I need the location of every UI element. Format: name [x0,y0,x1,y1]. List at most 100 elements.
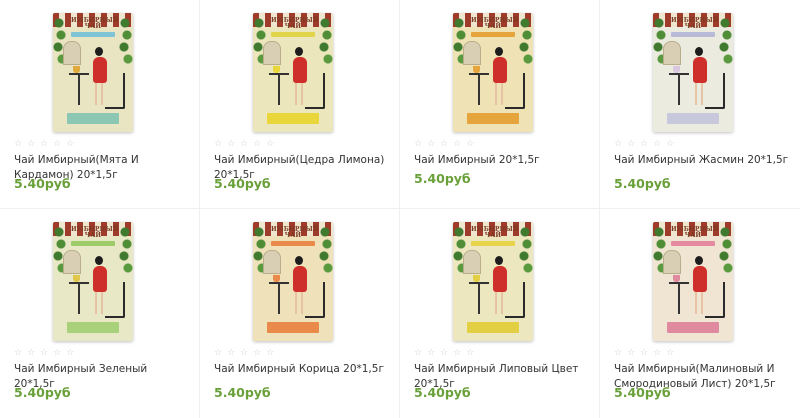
cup-graphic [273,66,280,73]
table-graphic [669,73,689,105]
window-graphic [663,250,681,274]
cup-graphic [673,66,680,73]
cup-graphic [73,66,80,73]
flavor-label [267,322,319,333]
chair-graphic [105,282,125,318]
window-graphic [463,41,481,65]
leaves-graphic [319,17,333,65]
product-image[interactable]: ИМБИРНЫЙ ЧАЙ [453,222,533,341]
leaves-graphic [319,226,333,274]
chair-graphic [505,282,525,318]
package-label [271,241,315,246]
product-card[interactable]: ИМБИРНЫЙ ЧАЙ ☆☆☆☆☆ Чай Имбирный(Малиновы… [600,209,800,418]
table-graphic [269,73,289,105]
product-price: 5.40руб [14,176,71,191]
chair-graphic [505,73,525,109]
product-card[interactable]: ИМБИРНЫЙ ЧАЙ ☆☆☆☆☆ Чай Имбирный Жасмин 2… [600,0,800,209]
package-label [71,32,115,37]
window-graphic [663,41,681,65]
rating-stars[interactable]: ☆☆☆☆☆ [614,139,679,149]
product-card[interactable]: ИМБИРНЫЙ ЧАЙ ☆☆☆☆☆ Чай Имбирный Зеленый … [0,209,200,418]
package-brand: ИМБИРНЫЙ ЧАЙ [71,226,119,239]
window-graphic [63,41,81,65]
product-image[interactable]: ИМБИРНЫЙ ЧАЙ [53,222,133,341]
product-card[interactable]: ИМБИРНЫЙ ЧАЙ ☆☆☆☆☆ Чай Имбирный Корица 2… [200,209,400,418]
product-price: 5.40руб [414,385,471,400]
product-name[interactable]: Чай Имбирный Корица 20*1,5г [214,362,391,377]
product-card[interactable]: ИМБИРНЫЙ ЧАЙ ☆☆☆☆☆ Чай Имбирный 20*1,5г … [400,0,600,209]
product-image[interactable]: ИМБИРНЫЙ ЧАЙ [253,222,333,341]
table-graphic [269,282,289,314]
product-image[interactable]: ИМБИРНЫЙ ЧАЙ [653,222,733,341]
package-label [271,32,315,37]
rating-stars[interactable]: ☆☆☆☆☆ [214,348,279,358]
leaves-graphic [519,17,533,65]
package-brand: ИМБИРНЫЙ ЧАЙ [271,226,319,239]
flavor-label [467,113,519,124]
table-graphic [469,282,489,314]
chair-graphic [705,282,725,318]
package-brand: ИМБИРНЫЙ ЧАЙ [471,226,519,239]
product-grid: ИМБИРНЫЙ ЧАЙ ☆☆☆☆☆ Чай Имбирный(Мята И К… [0,0,800,418]
table-graphic [469,73,489,105]
product-name[interactable]: Чай Имбирный 20*1,5г [414,153,591,168]
product-card[interactable]: ИМБИРНЫЙ ЧАЙ ☆☆☆☆☆ Чай Имбирный Липовый … [400,209,600,418]
package-label [471,241,515,246]
rating-stars[interactable]: ☆☆☆☆☆ [414,348,479,358]
cup-graphic [673,275,680,282]
package-label [671,241,715,246]
product-name[interactable]: Чай Имбирный Жасмин 20*1,5г [614,153,792,168]
product-image[interactable]: ИМБИРНЫЙ ЧАЙ [453,13,533,132]
rating-stars[interactable]: ☆☆☆☆☆ [14,348,79,358]
rating-stars[interactable]: ☆☆☆☆☆ [214,139,279,149]
package-brand: ИМБИРНЫЙ ЧАЙ [671,226,719,239]
chair-graphic [305,282,325,318]
table-graphic [69,282,89,314]
chair-graphic [105,73,125,109]
product-card[interactable]: ИМБИРНЫЙ ЧАЙ ☆☆☆☆☆ Чай Имбирный(Цедра Ли… [200,0,400,209]
leaves-graphic [519,226,533,274]
product-price: 5.40руб [614,176,671,191]
package-label [471,32,515,37]
leaves-graphic [719,17,733,65]
product-price: 5.40руб [414,171,471,186]
rating-stars[interactable]: ☆☆☆☆☆ [14,139,79,149]
leaves-graphic [119,17,133,65]
product-image[interactable]: ИМБИРНЫЙ ЧАЙ [653,13,733,132]
package-brand: ИМБИРНЫЙ ЧАЙ [71,17,119,30]
package-brand: ИМБИРНЫЙ ЧАЙ [271,17,319,30]
window-graphic [463,250,481,274]
window-graphic [263,41,281,65]
package-brand: ИМБИРНЫЙ ЧАЙ [671,17,719,30]
cup-graphic [473,66,480,73]
product-image[interactable]: ИМБИРНЫЙ ЧАЙ [53,13,133,132]
rating-stars[interactable]: ☆☆☆☆☆ [614,348,679,358]
window-graphic [63,250,81,274]
product-price: 5.40руб [214,176,271,191]
cup-graphic [473,275,480,282]
product-price: 5.40руб [14,385,71,400]
table-graphic [69,73,89,105]
rating-stars[interactable]: ☆☆☆☆☆ [414,139,479,149]
chair-graphic [305,73,325,109]
leaves-graphic [119,226,133,274]
package-label [671,32,715,37]
cup-graphic [273,275,280,282]
leaves-graphic [719,226,733,274]
window-graphic [263,250,281,274]
flavor-label [667,113,719,124]
flavor-label [67,322,119,333]
product-image[interactable]: ИМБИРНЫЙ ЧАЙ [253,13,333,132]
table-graphic [669,282,689,314]
package-label [71,241,115,246]
product-price: 5.40руб [614,385,671,400]
product-card[interactable]: ИМБИРНЫЙ ЧАЙ ☆☆☆☆☆ Чай Имбирный(Мята И К… [0,0,200,209]
flavor-label [267,113,319,124]
cup-graphic [73,275,80,282]
product-price: 5.40руб [214,385,271,400]
flavor-label [667,322,719,333]
flavor-label [67,113,119,124]
package-brand: ИМБИРНЫЙ ЧАЙ [471,17,519,30]
chair-graphic [705,73,725,109]
flavor-label [467,322,519,333]
